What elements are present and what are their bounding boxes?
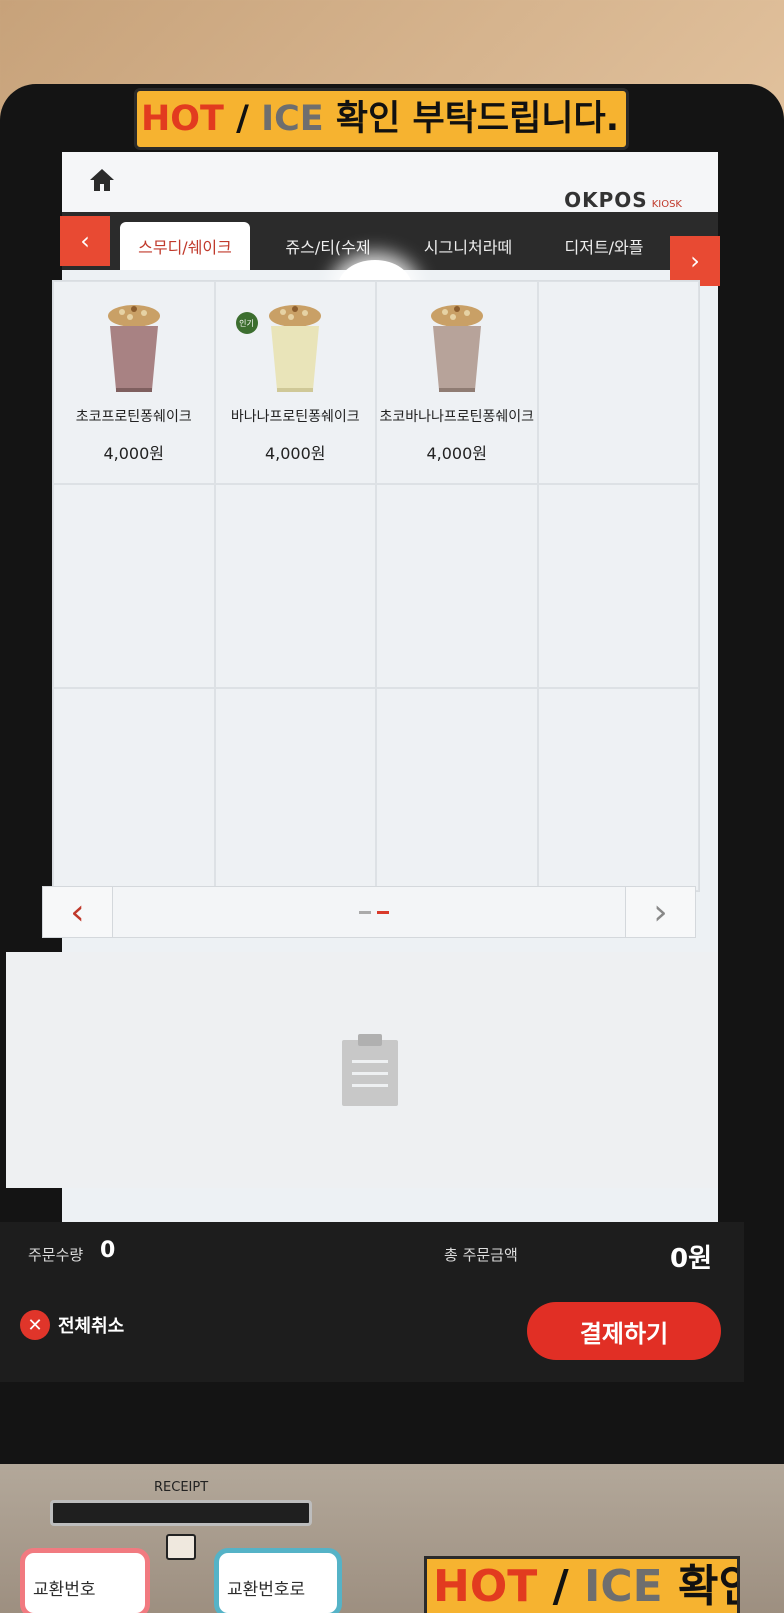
sticker-confirm-text: 확인 부탁드립니다.	[335, 99, 619, 139]
empty-cell	[214, 687, 376, 891]
pay-button[interactable]: 결제하기	[527, 1302, 721, 1360]
sticker-hot-text: HOT	[141, 99, 224, 139]
product-name: 초코바나나프로틴퐁쉐이크	[379, 409, 535, 425]
home-icon[interactable]	[88, 166, 116, 194]
cancel-all-label: 전체취소	[58, 1316, 125, 1337]
order-total-label: 총 주문금액	[444, 1246, 518, 1264]
tab-dessert-waffle[interactable]: 디저트/와플	[538, 222, 670, 270]
clipboard-icon	[342, 1034, 398, 1106]
product-card[interactable]: 초코바나나프로틴퐁쉐이크 4,000원	[376, 281, 538, 485]
kiosk-screen: OKPOS KIOSK ‹ 스무디/쉐이크 쥬스/티(수제 시그니처라떼 디저트/…	[6, 152, 720, 1222]
tab-signature-latte[interactable]: 시그니처라떼	[398, 222, 538, 270]
product-card[interactable]: 인기 바나나프로틴퐁쉐이크 4,000원	[214, 281, 376, 485]
tab-scroll-right-button[interactable]: ›	[670, 236, 720, 286]
close-icon: ✕	[20, 1310, 50, 1340]
order-total-value: 0원	[670, 1244, 713, 1274]
next-page-button[interactable]: ›	[625, 887, 695, 937]
page-dot	[359, 911, 371, 914]
empty-cell	[537, 687, 699, 891]
tab-scroll-left-button[interactable]: ‹	[60, 216, 110, 266]
exchange-number-note-2: 교환번호로	[214, 1548, 342, 1613]
sticker-ice-text: ICE	[261, 99, 324, 139]
exchange-number-note: 교환번호	[20, 1548, 150, 1613]
empty-cell	[376, 687, 538, 891]
receipt-icon	[166, 1534, 196, 1560]
receipt-slot	[50, 1500, 312, 1526]
product-card[interactable]: 초코프로틴퐁쉐이크 4,000원	[53, 281, 215, 485]
prev-page-button[interactable]: ‹	[43, 887, 113, 937]
chevron-left-icon: ‹	[70, 891, 85, 933]
sticker-slash: /	[236, 99, 249, 139]
category-tab-bar: ‹ 스무디/쉐이크 쥬스/티(수제 시그니처라떼 디저트/와플 ›	[60, 212, 720, 314]
order-cart-area	[6, 952, 718, 1188]
top-bar: OKPOS KIOSK	[62, 152, 718, 212]
order-summary-bar: 주문수량 0 총 주문금액 0원 ✕ 전체취소 결제하기	[0, 1222, 744, 1382]
banana-shake-image	[269, 305, 322, 392]
order-qty-value: 0	[100, 1238, 116, 1263]
empty-cell	[53, 484, 215, 688]
product-price: 4,000원	[264, 444, 326, 463]
popular-badge: 인기	[235, 312, 258, 334]
product-price: 4,000원	[426, 444, 488, 463]
order-qty-label: 주문수량	[28, 1246, 84, 1264]
sticker-confirm-text: 확인	[678, 1561, 737, 1612]
sticker-ice-text: ICE	[583, 1561, 663, 1612]
page-dot-active	[377, 911, 389, 914]
empty-cell	[53, 687, 215, 891]
sticker-slash: /	[552, 1561, 569, 1612]
page-indicator	[359, 911, 389, 914]
receipt-label: RECEIPT	[154, 1480, 209, 1495]
empty-cell	[537, 484, 699, 688]
product-price: 4,000원	[103, 444, 165, 463]
empty-cell	[214, 484, 376, 688]
chevron-right-icon: ›	[653, 891, 668, 933]
chevron-left-icon: ‹	[80, 227, 90, 255]
cancel-all-button[interactable]: ✕ 전체취소	[20, 1310, 124, 1340]
product-grid: 초코프로틴퐁쉐이크 4,000원 인기 바나나프로틴퐁쉐이크 4,000원 초코…	[52, 280, 700, 892]
hot-ice-notice-sticker-bottom: HOT / ICE 확인	[424, 1556, 740, 1613]
brand-logo: OKPOS KIOSK	[564, 188, 682, 212]
hot-ice-notice-sticker: HOT / ICE 확인 부탁드립니다.	[134, 88, 629, 150]
choco-banana-shake-image	[430, 305, 483, 392]
product-name: 바나나프로틴퐁쉐이크	[230, 409, 360, 425]
sticker-hot-text: HOT	[433, 1561, 538, 1612]
empty-cell	[376, 484, 538, 688]
tab-smoothie-shake[interactable]: 스무디/쉐이크	[120, 222, 250, 270]
choco-shake-image	[107, 305, 160, 392]
product-pager: ‹ ›	[42, 886, 696, 938]
product-name: 초코프로틴퐁쉐이크	[75, 409, 192, 425]
empty-cell	[537, 281, 699, 485]
brand-name: OKPOS	[564, 188, 648, 212]
chevron-right-icon: ›	[690, 247, 700, 275]
brand-sub: KIOSK	[651, 199, 682, 210]
